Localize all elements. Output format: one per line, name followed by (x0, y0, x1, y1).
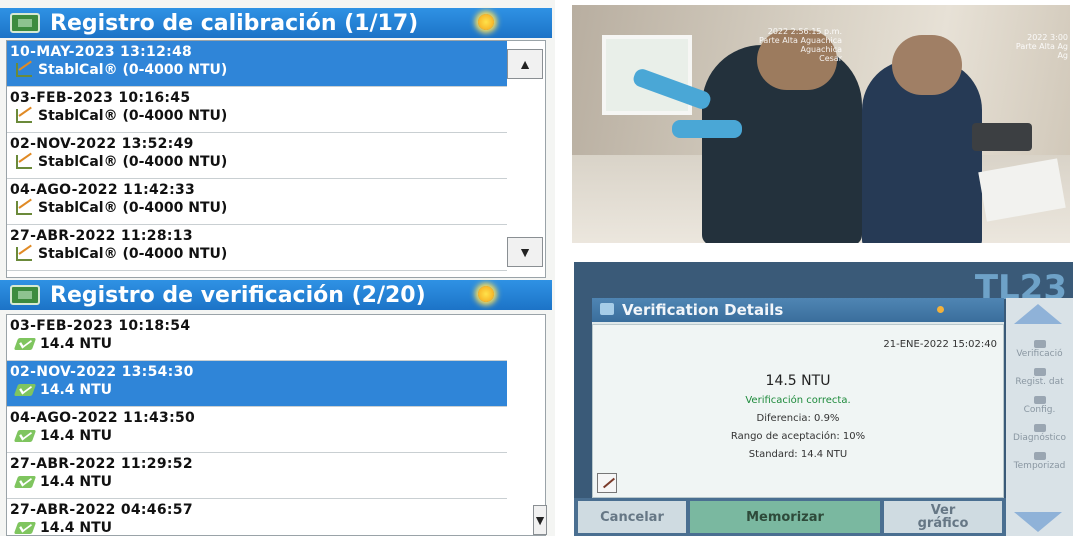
row-label: StablCal® (0-4000 NTU) (38, 200, 228, 216)
row-label: 14.4 NTU (40, 336, 113, 352)
verification-row[interactable]: 27-ABR-2022 04:46:57 14.4 NTU (7, 499, 507, 536)
calibration-curve-icon (16, 201, 32, 215)
check-icon (1033, 340, 1046, 348)
row-label: 14.4 NTU (40, 520, 113, 536)
calibration-curve-icon (16, 155, 32, 169)
timer-icon (1033, 452, 1046, 460)
check-icon (13, 430, 37, 442)
verification-log-header: Registro de verificación (2/20) (0, 280, 552, 310)
row-date: 03-FEB-2023 10:16:45 (10, 90, 191, 106)
difference-value: Diferencia: 0.9% (756, 413, 840, 424)
side-item-timer[interactable]: Temporizad (1006, 452, 1073, 471)
sun-icon (937, 306, 944, 313)
scroll-up-button[interactable]: ▲ (507, 49, 543, 79)
row-label: 14.4 NTU (40, 382, 113, 398)
folder-icon (10, 285, 40, 305)
check-icon (13, 476, 37, 488)
scroll-down-button[interactable]: ▼ (507, 237, 543, 267)
row-label: StablCal® (0-4000 NTU) (38, 246, 228, 262)
row-label: 14.4 NTU (40, 474, 113, 490)
row-date: 04-AGO-2022 11:43:50 (10, 410, 196, 426)
verification-details-screen: TL23 Verification Details 21-ENE-2022 15… (574, 262, 1073, 536)
verification-row[interactable]: 03-FEB-2023 10:18:54 14.4 NTU (7, 315, 507, 361)
row-date: 27-ABR-2022 04:46:57 (10, 502, 193, 518)
scroll-down-button[interactable]: ▼ (533, 505, 547, 535)
calibration-row[interactable]: 03-FEB-2023 10:16:45 StablCal® (0-4000 N… (7, 87, 507, 133)
side-item-config[interactable]: Config. (1006, 396, 1073, 415)
verification-details-body: 21-ENE-2022 15:02:40 14.5 NTU Verificaci… (592, 324, 1004, 498)
view-graph-label-2: gráfico (917, 516, 969, 531)
verification-details-titlebar: Verification Details (592, 298, 1004, 322)
row-date: 02-NOV-2022 13:54:30 (10, 364, 194, 380)
verification-status: Verificación correcta. (745, 395, 851, 406)
folder-icon (10, 13, 40, 33)
pen-icon[interactable] (597, 473, 617, 493)
verification-details-window: Verification Details 21-ENE-2022 15:02:4… (592, 298, 1004, 498)
check-icon (13, 384, 37, 396)
bottom-button-bar: Cancelar Memorizar Ver gráfico (574, 498, 1006, 536)
row-label: 14.4 NTU (40, 428, 113, 444)
window-title: Verification Details (622, 301, 784, 319)
row-label: StablCal® (0-4000 NTU) (38, 108, 228, 124)
standard-value: Standard: 14.4 NTU (748, 449, 848, 460)
scroll-up-arrow-icon[interactable] (1014, 304, 1062, 324)
turbidimeter (972, 123, 1032, 151)
calibration-row[interactable]: 27-ABR-2022 11:28:13 StablCal® (0-4000 N… (7, 225, 507, 271)
verification-row[interactable]: 27-ABR-2022 11:29:52 14.4 NTU (7, 453, 507, 499)
gear-icon (1033, 396, 1046, 404)
calibration-log-title: Registro de calibración (1/17) (50, 10, 419, 36)
scroll-down-arrow-icon[interactable] (1014, 512, 1062, 532)
row-date: 10-MAY-2023 13:12:48 (10, 44, 193, 60)
row-date: 04-AGO-2022 11:42:33 (10, 182, 196, 198)
verification-result: 14.5 NTU (765, 373, 831, 389)
sun-icon (478, 14, 494, 30)
row-date: 02-NOV-2022 13:52:49 (10, 136, 194, 152)
row-date: 03-FEB-2023 10:18:54 (10, 318, 191, 334)
calibration-row[interactable]: 04-AGO-2022 11:42:33 StablCal® (0-4000 N… (7, 179, 507, 225)
row-label: StablCal® (0-4000 NTU) (38, 62, 228, 78)
side-menu: Verificació Regist. dat Config. Diagnóst… (1006, 298, 1073, 536)
calibration-log-header: Registro de calibración (1/17) (0, 8, 552, 38)
instrument-log-screen: Registro de calibración (1/17) 10-MAY-20… (0, 0, 555, 536)
cancel-button[interactable]: Cancelar (578, 501, 686, 533)
technician-2-head (892, 35, 962, 95)
verification-timestamp: 21-ENE-2022 15:02:40 (883, 339, 997, 350)
row-label: StablCal® (0-4000 NTU) (38, 154, 228, 170)
calibration-curve-icon (16, 63, 32, 77)
photo-timestamp-right: 2022 3:00 Parte Alta Ag Ag (1015, 33, 1068, 60)
verification-row[interactable]: 04-AGO-2022 11:43:50 14.4 NTU (7, 407, 507, 453)
view-graph-button[interactable]: Ver gráfico (884, 501, 1002, 533)
acceptance-range: Rango de aceptación: 10% (730, 431, 866, 442)
diagnostics-icon (1033, 424, 1046, 432)
side-item-data-log[interactable]: Regist. dat (1006, 368, 1073, 387)
side-item-diagnostics[interactable]: Diagnóstico (1006, 424, 1073, 443)
check-icon (13, 522, 37, 534)
verification-row[interactable]: 02-NOV-2022 13:54:30 14.4 NTU (7, 361, 507, 407)
sun-icon (478, 286, 494, 302)
calibration-row[interactable]: 10-MAY-2023 13:12:48 StablCal® (0-4000 N… (7, 41, 507, 87)
calibration-row[interactable]: 02-NOV-2022 13:52:49 StablCal® (0-4000 N… (7, 133, 507, 179)
verification-log-title: Registro de verificación (2/20) (50, 282, 426, 308)
row-date: 27-ABR-2022 11:29:52 (10, 456, 193, 472)
check-icon (600, 303, 614, 315)
calibration-list: 10-MAY-2023 13:12:48 StablCal® (0-4000 N… (6, 40, 546, 278)
verification-list: 03-FEB-2023 10:18:54 14.4 NTU 02-NOV-202… (6, 314, 547, 536)
folder-icon (1033, 368, 1046, 376)
side-item-verification[interactable]: Verificació (1006, 340, 1073, 359)
calibration-curve-icon (16, 109, 32, 123)
photo-timestamp-left: 2022 2:56:15 p.m. Parte Alta Aguachica A… (758, 27, 842, 63)
store-button[interactable]: Memorizar (690, 501, 880, 533)
glove (672, 120, 742, 138)
check-icon (13, 338, 37, 350)
row-date: 27-ABR-2022 11:28:13 (10, 228, 193, 244)
calibration-curve-icon (16, 247, 32, 261)
lab-photo: 2022 2:56:15 p.m. Parte Alta Aguachica A… (572, 5, 1070, 243)
